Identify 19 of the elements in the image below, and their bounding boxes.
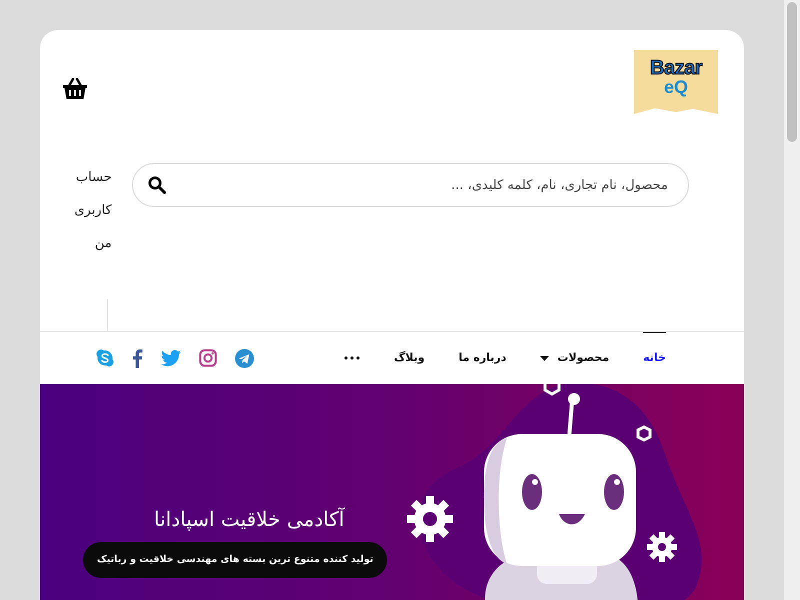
- twitter-icon[interactable]: [161, 350, 181, 366]
- nav-link[interactable]: وبلاگ: [394, 332, 425, 384]
- nav-link[interactable]: محصولات: [540, 332, 610, 384]
- logo-text: Bazar: [650, 58, 702, 78]
- logo-text: eQ: [664, 78, 688, 96]
- basket-icon[interactable]: [62, 78, 88, 100]
- hero-title: آکادمی خلاقیت اسپادانا: [154, 506, 344, 533]
- search-icon[interactable]: [148, 176, 166, 194]
- facebook-icon[interactable]: [132, 348, 143, 368]
- logo[interactable]: Bazar eQ: [634, 50, 718, 114]
- skype-icon[interactable]: [96, 349, 114, 367]
- instagram-icon[interactable]: [199, 349, 217, 367]
- scrollbar[interactable]: [784, 0, 800, 600]
- search-field[interactable]: محصول، نام تجاری، نام، کلمه کلیدی، ...: [132, 163, 689, 207]
- hero-button[interactable]: تولید کننده متنوع ترین بسته های مهندسی خلاقیت و رباتیک: [83, 542, 388, 578]
- account-link[interactable]: حساب کاربری من: [60, 161, 112, 260]
- nav-link[interactable]: درباره ما: [458, 332, 506, 384]
- telegram-icon[interactable]: [235, 348, 254, 368]
- more-icon[interactable]: [344, 356, 360, 360]
